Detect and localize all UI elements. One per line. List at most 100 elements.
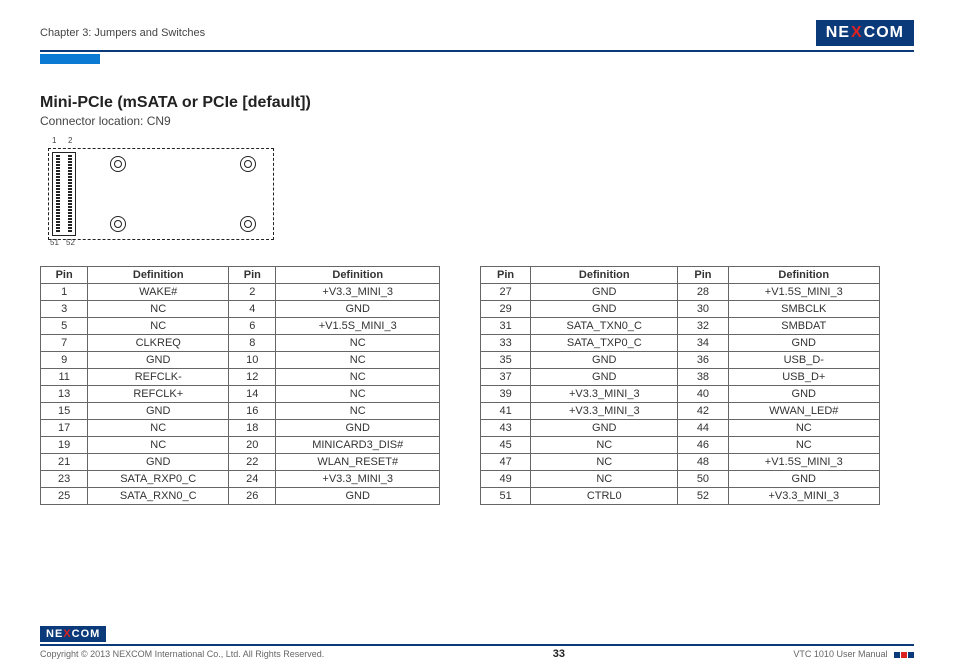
connector-diagram: 1 2 51 52 (40, 138, 280, 248)
diag-connector (52, 152, 76, 236)
pin-cell: 40 (678, 386, 728, 403)
th-pin: Pin (481, 267, 531, 284)
pin-cell: 15 (41, 403, 88, 420)
table-row: 39+V3.3_MINI_340GND (481, 386, 880, 403)
def-cell: NC (531, 437, 678, 454)
logo-text-post: COM (72, 628, 101, 640)
logo-text-pre: NE (46, 628, 63, 640)
def-cell: NC (728, 437, 879, 454)
th-pin: Pin (41, 267, 88, 284)
pin-cell: 26 (229, 488, 276, 505)
def-cell: GND (531, 420, 678, 437)
def-cell: +V1.5S_MINI_3 (276, 318, 440, 335)
pin-cell: 42 (678, 403, 728, 420)
table-row: 27GND28+V1.5S_MINI_3 (481, 284, 880, 301)
def-cell: GND (88, 403, 229, 420)
def-cell: NC (276, 386, 440, 403)
pin-cell: 12 (229, 369, 276, 386)
th-pin: Pin (229, 267, 276, 284)
pin-cell: 8 (229, 335, 276, 352)
table-row: 9GND10NC (41, 352, 440, 369)
corner-icon (894, 652, 914, 658)
def-cell: +V3.3_MINI_3 (276, 471, 440, 488)
pin-cell: 10 (229, 352, 276, 369)
def-cell: +V3.3_MINI_3 (728, 488, 879, 505)
table-row: 21GND22WLAN_RESET# (41, 454, 440, 471)
table-row: 45NC46NC (481, 437, 880, 454)
pin-cell: 34 (678, 335, 728, 352)
def-cell: GND (276, 420, 440, 437)
th-def: Definition (276, 267, 440, 284)
def-cell: GND (88, 352, 229, 369)
table-row: 1WAKE#2+V3.3_MINI_3 (41, 284, 440, 301)
pin-cell: 50 (678, 471, 728, 488)
def-cell: CTRL0 (531, 488, 678, 505)
pin-cell: 47 (481, 454, 531, 471)
logo-text-post: COM (864, 24, 904, 42)
pin-cell: 25 (41, 488, 88, 505)
def-cell: SATA_TXN0_C (531, 318, 678, 335)
pin-table-left: Pin Definition Pin Definition 1WAKE#2+V3… (40, 266, 440, 505)
pin-cell: 38 (678, 369, 728, 386)
def-cell: CLKREQ (88, 335, 229, 352)
def-cell: NC (276, 369, 440, 386)
def-cell: GND (531, 352, 678, 369)
table-row: 13REFCLK+14NC (41, 386, 440, 403)
pin-cell: 32 (678, 318, 728, 335)
def-cell: REFCLK- (88, 369, 229, 386)
def-cell: NC (276, 335, 440, 352)
pin-cell: 36 (678, 352, 728, 369)
def-cell: NC (88, 301, 229, 318)
screw-icon (240, 156, 256, 172)
table-row: 29GND30SMBCLK (481, 301, 880, 318)
pin-cell: 31 (481, 318, 531, 335)
pin-cell: 13 (41, 386, 88, 403)
def-cell: NC (88, 318, 229, 335)
def-cell: GND (531, 301, 678, 318)
pin-cell: 16 (229, 403, 276, 420)
pin-cell: 18 (229, 420, 276, 437)
def-cell: GND (531, 284, 678, 301)
pin-cell: 21 (41, 454, 88, 471)
def-cell: +V1.5S_MINI_3 (728, 454, 879, 471)
def-cell: +V1.5S_MINI_3 (728, 284, 879, 301)
table-row: 49NC50GND (481, 471, 880, 488)
logo-text-x: X (850, 24, 864, 42)
def-cell: GND (728, 386, 879, 403)
pin-cell: 6 (229, 318, 276, 335)
chapter-title: Chapter 3: Jumpers and Switches (40, 27, 205, 39)
footer-logo: NEXCOM (40, 626, 106, 642)
logo-text-pre: NE (826, 24, 850, 42)
table-row: 43GND44NC (481, 420, 880, 437)
diag-label-1: 1 (52, 136, 56, 145)
pin-cell: 2 (229, 284, 276, 301)
table-row: 17NC18GND (41, 420, 440, 437)
table-row: 47NC48+V1.5S_MINI_3 (481, 454, 880, 471)
pin-cell: 39 (481, 386, 531, 403)
def-cell: GND (88, 454, 229, 471)
table-row: 33SATA_TXP0_C34GND (481, 335, 880, 352)
pin-cell: 52 (678, 488, 728, 505)
def-cell: GND (276, 301, 440, 318)
pin-cell: 22 (229, 454, 276, 471)
pin-cell: 19 (41, 437, 88, 454)
table-row: 41+V3.3_MINI_342WWAN_LED# (481, 403, 880, 420)
def-cell: REFCLK+ (88, 386, 229, 403)
def-cell: NC (88, 420, 229, 437)
header-rule (40, 50, 914, 52)
def-cell: +V3.3_MINI_3 (276, 284, 440, 301)
def-cell: NC (276, 352, 440, 369)
def-cell: GND (276, 488, 440, 505)
def-cell: WWAN_LED# (728, 403, 879, 420)
pin-cell: 35 (481, 352, 531, 369)
pin-table-right: Pin Definition Pin Definition 27GND28+V1… (480, 266, 880, 505)
pin-cell: 17 (41, 420, 88, 437)
pin-cell: 41 (481, 403, 531, 420)
pin-cell: 48 (678, 454, 728, 471)
header-tab (40, 54, 100, 64)
pin-cell: 4 (229, 301, 276, 318)
def-cell: SMBDAT (728, 318, 879, 335)
def-cell: WAKE# (88, 284, 229, 301)
pin-cell: 43 (481, 420, 531, 437)
def-cell: GND (728, 471, 879, 488)
